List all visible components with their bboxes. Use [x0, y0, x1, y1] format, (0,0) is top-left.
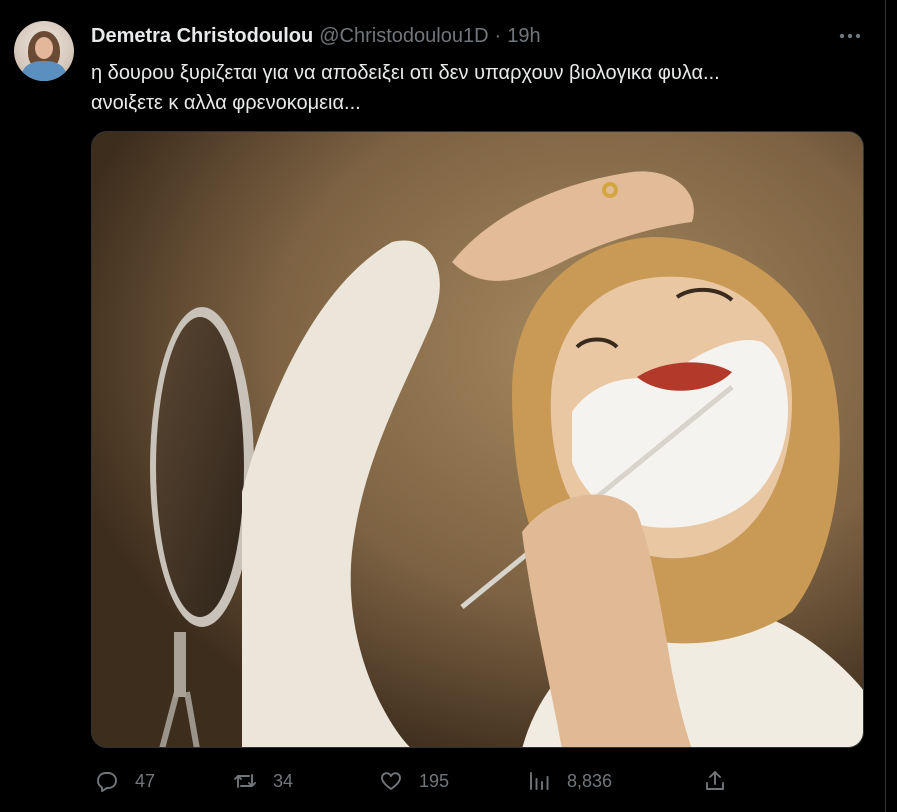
tweet-media-photo[interactable] — [91, 131, 864, 748]
like-button[interactable]: 195 — [379, 764, 449, 798]
tweet-text-line-1: η δουρου ξυριζεται για να αποδειξει οτι … — [91, 62, 720, 84]
photo-illustration — [92, 132, 863, 747]
heart-icon — [381, 772, 401, 790]
tweet-actions: 47 34 195 8,836 — [91, 764, 871, 798]
share-icon — [706, 771, 724, 790]
like-count: 195 — [419, 770, 450, 791]
views-button[interactable]: 8,836 — [527, 764, 612, 798]
author-name[interactable]: Demetra Christodoulou — [91, 25, 313, 47]
reply-icon — [97, 772, 117, 792]
avatar-face — [35, 37, 53, 59]
avatar[interactable] — [14, 21, 74, 81]
retweet-button[interactable]: 34 — [233, 764, 293, 798]
retweet-icon — [234, 774, 256, 788]
tweet-text-line-2: ανοιξετε κ αλλα φρενοκομεια... — [91, 92, 361, 114]
reply-count: 47 — [135, 770, 156, 791]
views-chart-icon — [530, 772, 549, 790]
tweet-header: Demetra Christodoulou @Christodoulou1D · 19… — [91, 24, 541, 48]
avatar-shirt — [22, 61, 66, 81]
retweet-count: 34 — [273, 770, 294, 791]
tweet-text: η δουρου ξυριζεται για να αποδειξει οτι … — [91, 58, 861, 118]
more-options-button[interactable] — [836, 26, 864, 46]
reply-button[interactable]: 47 — [95, 764, 155, 798]
more-horizontal-icon — [839, 33, 861, 39]
separator-dot: · — [494, 25, 502, 47]
view-count: 8,836 — [567, 770, 613, 791]
timestamp[interactable]: 19h — [507, 25, 540, 47]
tweet[interactable]: Demetra Christodoulou @Christodoulou1D · 19… — [0, 0, 886, 812]
share-button[interactable] — [703, 764, 743, 798]
author-handle[interactable]: @Christodoulou1D — [319, 25, 488, 47]
